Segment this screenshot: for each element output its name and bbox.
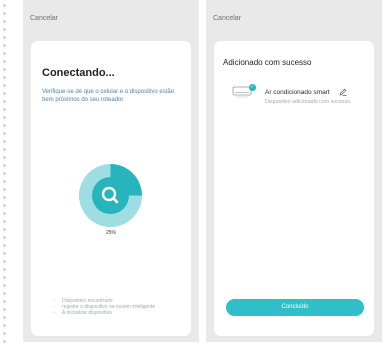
edit-pencil-icon[interactable] [339,88,347,96]
edge-dot [3,20,6,23]
edge-dot [3,92,6,95]
edge-dot [3,52,6,55]
step-item: ◦ A inicializar dispositivo [53,310,155,316]
edge-dot [3,300,6,303]
edge-dot [3,188,6,191]
edge-dot [3,68,6,71]
edge-dot [3,12,6,15]
connecting-card: Conectando... Verifique-se de que o celu… [31,41,191,336]
edge-dot [3,316,6,319]
connecting-screen: Cancelar Conectando... Verifique-se de q… [23,0,199,342]
cancel-button[interactable]: Cancelar [30,15,58,22]
edge-dot [3,60,6,63]
edge-dot [3,84,6,87]
edge-dot [3,252,6,255]
edge-dot [3,36,6,39]
check-icon: ✓ [249,84,256,91]
progress-ring-center [92,177,129,214]
edge-dot [3,140,6,143]
edge-dot [3,292,6,295]
edge-dot [3,204,6,207]
edge-dot [3,148,6,151]
edge-dot [3,268,6,271]
edge-dot [3,236,6,239]
edge-dot [3,164,6,167]
edge-dot [3,124,6,127]
edge-dot [3,196,6,199]
edge-dot [3,332,6,335]
progress-ring [79,164,142,227]
success-card: Adicionado com sucesso ✓ Ar condicionado… [214,41,374,336]
left-edge-dots [0,0,14,344]
edge-dot [3,244,6,247]
edge-dot [3,116,6,119]
edge-dot [3,220,6,223]
progress-label: 25% [105,230,116,236]
device-status: Dispositivo adicionado com sucesso. [265,99,352,105]
page-title: Conectando... [42,67,115,79]
edge-dot [3,156,6,159]
cancel-button[interactable]: Cancelar [213,15,241,22]
device-name: Ar condicionado smart [265,89,330,96]
step-label: A inicializar dispositivo [62,310,112,316]
edge-dot [3,172,6,175]
edge-dot [3,108,6,111]
edge-dot [3,28,6,31]
edge-dot [3,260,6,263]
edge-dot [3,4,6,7]
edge-dot [3,44,6,47]
edge-dot [3,100,6,103]
page-title: Adicionado com sucesso [223,58,312,67]
step-list: ◦ Dispositivo encontrado ◦ registre o di… [53,298,155,316]
search-icon [101,186,119,204]
edge-dot [3,212,6,215]
edge-dot [3,228,6,231]
edge-dot [3,132,6,135]
bullet-icon: ◦ [53,310,55,316]
edge-dot [3,284,6,287]
success-screen: Cancelar Adicionado com sucesso ✓ Ar con… [206,0,382,342]
instructions-text: Verifique-se de que o celular e o dispos… [42,89,175,103]
edge-dot [3,324,6,327]
done-button[interactable]: Concluído [226,299,364,316]
edge-dot [3,308,6,311]
edge-dot [3,180,6,183]
edge-dot [3,76,6,79]
edge-dot [3,340,6,343]
edge-dot [3,276,6,279]
